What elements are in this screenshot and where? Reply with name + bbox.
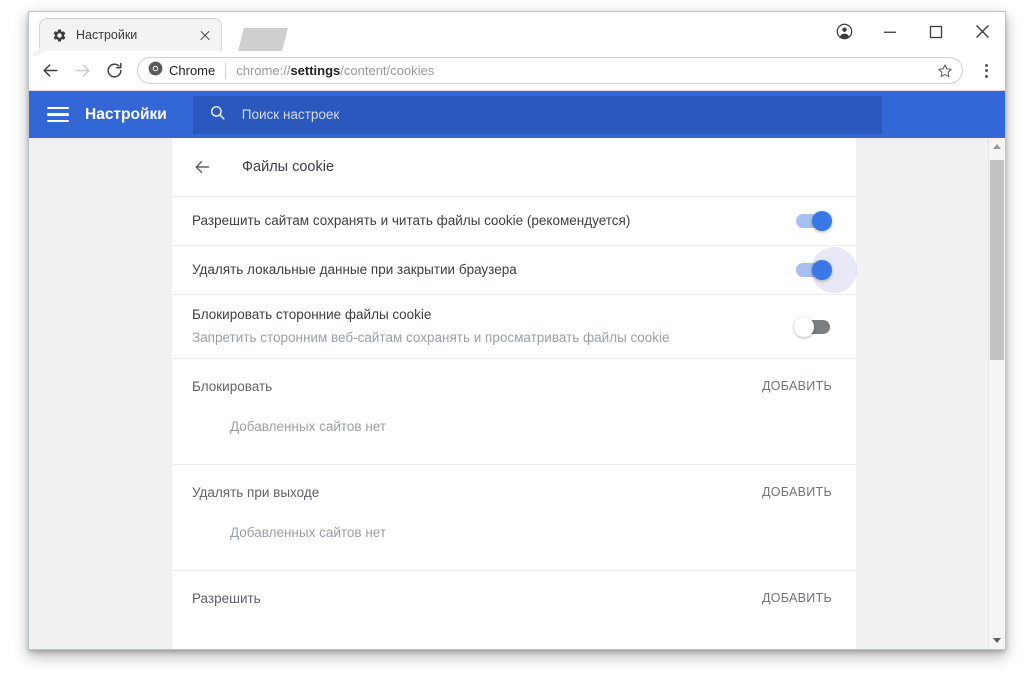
vertical-scrollbar[interactable] xyxy=(988,138,1005,649)
reload-icon[interactable] xyxy=(99,56,129,86)
toggle-clear-on-exit[interactable] xyxy=(796,247,857,293)
minimize-icon[interactable] xyxy=(867,12,913,51)
section-header: Разрешить ДОБАВИТЬ xyxy=(172,571,856,625)
tab-strip: Настройки xyxy=(29,12,1005,51)
three-dot-menu-icon[interactable] xyxy=(975,63,997,78)
url-bold: settings xyxy=(290,63,341,78)
setting-texts: Блокировать сторонние файлы cookie Запре… xyxy=(192,305,796,347)
settings-content-area: Файлы cookie Разрешить сайтам сохранять … xyxy=(29,138,1005,649)
setting-label: Разрешить сайтам сохранять и читать файл… xyxy=(192,213,631,229)
url-suffix: /content/cookies xyxy=(340,63,435,78)
profile-avatar-icon[interactable] xyxy=(821,12,867,51)
chrome-chip: Chrome xyxy=(148,61,215,81)
section-title: Разрешить xyxy=(192,590,261,606)
url-text: chrome://settings/content/cookies xyxy=(236,63,934,78)
setting-sublabel: Запретить сторонним веб-сайтам сохранять… xyxy=(192,330,670,345)
add-button-allow[interactable]: ДОБАВИТЬ xyxy=(760,587,834,609)
back-arrow-icon[interactable] xyxy=(35,56,65,86)
setting-texts: Удалять локальные данные при закрытии бр… xyxy=(192,260,796,280)
section-empty-text: Добавленных сайтов нет xyxy=(230,525,387,540)
setting-row-block-third-party[interactable]: Блокировать сторонние файлы cookie Запре… xyxy=(172,294,856,358)
cookies-settings-card: Файлы cookie Разрешить сайтам сохранять … xyxy=(172,138,857,649)
browser-toolbar: Chrome chrome://settings/content/cookies xyxy=(29,51,1005,91)
toggle-allow-cookies[interactable] xyxy=(796,211,832,231)
browser-window: Настройки Chrome chrome://settings/conte… xyxy=(28,11,1006,650)
section-title: Блокировать xyxy=(192,378,273,394)
window-close-icon[interactable] xyxy=(959,12,1005,51)
browser-tab-settings[interactable]: Настройки xyxy=(39,18,222,51)
toggle-knob xyxy=(812,260,832,280)
chrome-logo-icon xyxy=(148,61,163,81)
bookmark-star-icon[interactable] xyxy=(934,63,956,79)
setting-row-allow-cookies[interactable]: Разрешить сайтам сохранять и читать файл… xyxy=(172,196,856,245)
scroll-up-arrow-icon[interactable] xyxy=(989,138,1005,155)
forward-arrow-icon xyxy=(67,56,97,86)
section-header: Блокировать ДОБАВИТЬ xyxy=(172,359,856,413)
window-controls xyxy=(821,12,1005,51)
settings-app-title: Настройки xyxy=(85,105,167,123)
page-header: Файлы cookie xyxy=(172,138,856,196)
omnibox-divider xyxy=(225,62,227,79)
search-input[interactable]: Поиск настроек xyxy=(192,95,882,134)
setting-texts: Разрешить сайтам сохранять и читать файл… xyxy=(192,211,796,231)
toggle-knob xyxy=(812,211,832,231)
tab-title: Настройки xyxy=(76,28,138,42)
address-bar[interactable]: Chrome chrome://settings/content/cookies xyxy=(137,57,963,84)
close-icon[interactable] xyxy=(197,27,213,43)
back-arrow-icon[interactable] xyxy=(192,157,216,177)
setting-label: Блокировать сторонние файлы cookie xyxy=(192,307,432,323)
section-empty-text: Добавленных сайтов нет xyxy=(230,419,387,434)
settings-header: Настройки Поиск настроек xyxy=(29,91,1005,138)
add-button-clear-on-exit[interactable]: ДОБАВИТЬ xyxy=(760,481,834,503)
scroll-down-arrow-icon[interactable] xyxy=(989,632,1005,649)
section-clear-on-exit: Удалять при выходе ДОБАВИТЬ Добавленных … xyxy=(172,464,856,570)
chrome-chip-label: Chrome xyxy=(169,63,216,78)
section-header: Удалять при выходе ДОБАВИТЬ xyxy=(172,465,856,519)
toggle-block-third-party[interactable] xyxy=(794,316,830,337)
section-allow: Разрешить ДОБАВИТЬ xyxy=(172,570,856,625)
new-tab-ghost[interactable] xyxy=(238,28,288,51)
add-button-block[interactable]: ДОБАВИТЬ xyxy=(760,375,834,397)
maximize-icon[interactable] xyxy=(913,12,959,51)
toggle-knob xyxy=(794,316,814,337)
section-block: Блокировать ДОБАВИТЬ Добавленных сайтов … xyxy=(172,358,856,464)
search-icon xyxy=(209,104,226,126)
setting-row-clear-on-exit[interactable]: Удалять локальные данные при закрытии бр… xyxy=(172,245,857,294)
search-placeholder: Поиск настроек xyxy=(241,107,340,122)
section-title: Удалять при выходе xyxy=(192,484,320,500)
page-title: Файлы cookie xyxy=(242,159,335,175)
setting-label: Удалять локальные данные при закрытии бр… xyxy=(192,262,517,278)
scrollbar-thumb[interactable] xyxy=(990,160,1004,360)
gear-icon xyxy=(52,28,67,43)
hamburger-menu-icon[interactable] xyxy=(47,106,69,123)
url-prefix: chrome:// xyxy=(236,63,291,78)
